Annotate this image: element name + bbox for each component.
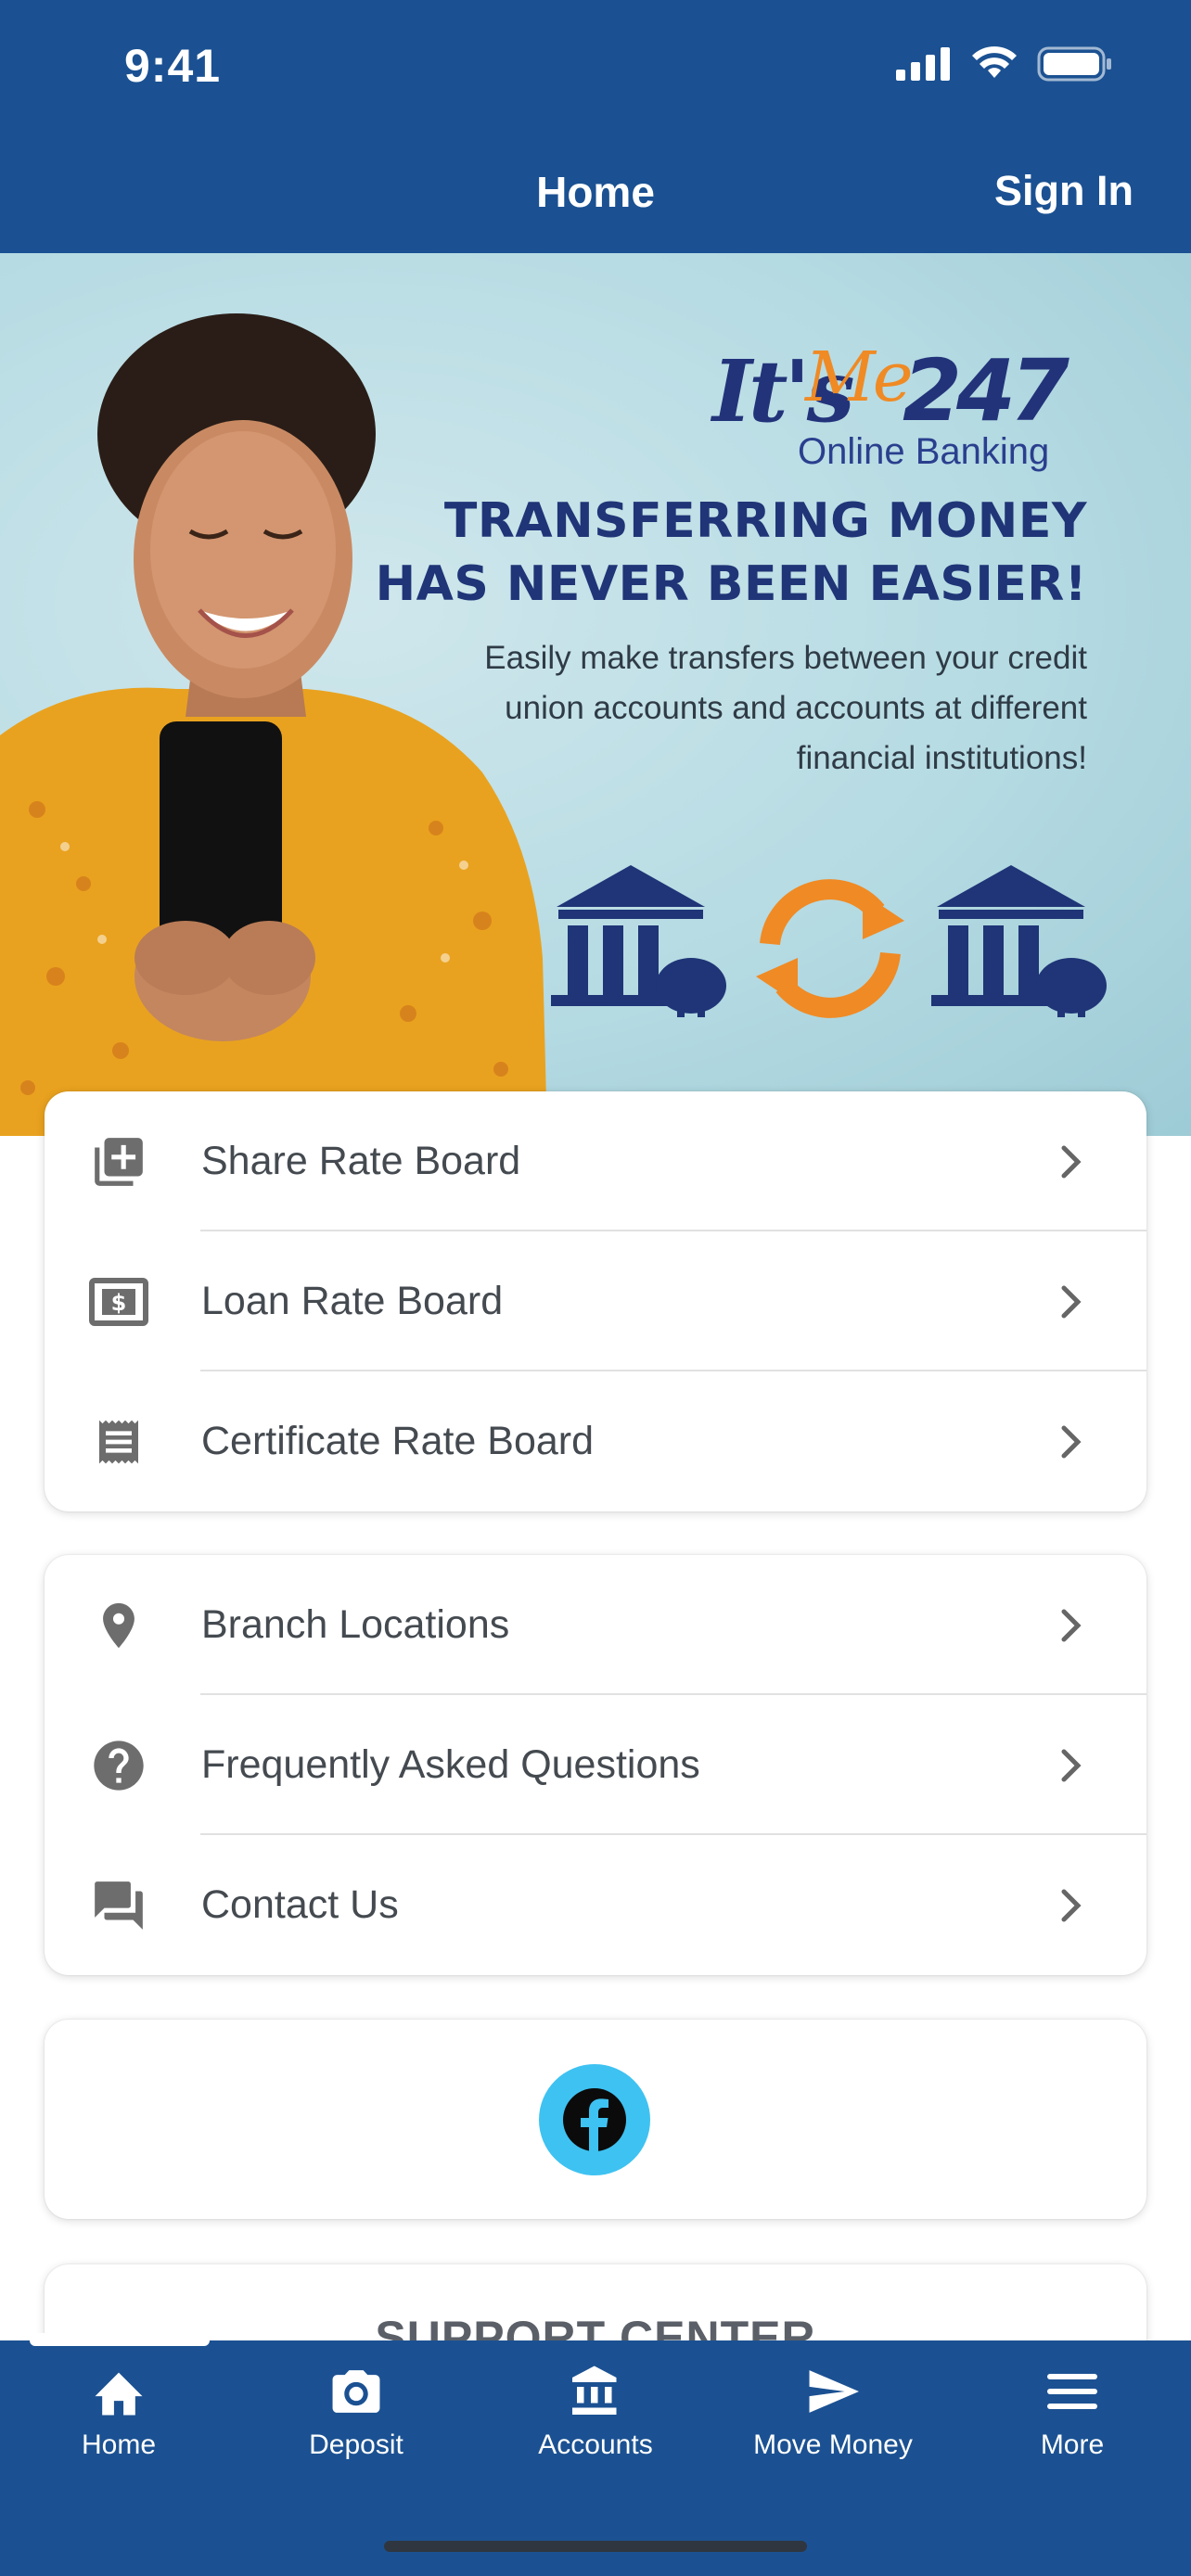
loan-rate-board-item[interactable]: $ Loan Rate Board bbox=[45, 1231, 1146, 1371]
help-circle-icon bbox=[89, 1736, 148, 1795]
tab-home[interactable]: Home bbox=[17, 2359, 221, 2461]
chevron-right-icon bbox=[1061, 1749, 1082, 1781]
promo-banner[interactable]: It's Me 247 Online Banking TRANSFERRING … bbox=[0, 253, 1191, 1136]
bank-transfer-illustration bbox=[551, 865, 1107, 1018]
facebook-icon bbox=[563, 2088, 626, 2151]
chevron-right-icon bbox=[1061, 1145, 1082, 1178]
chevron-right-icon bbox=[1061, 1285, 1082, 1318]
battery-icon bbox=[1037, 46, 1111, 82]
svg-text:$: $ bbox=[111, 1290, 127, 1316]
contact-us-item[interactable]: Contact Us bbox=[45, 1835, 1146, 1975]
location-pin-icon bbox=[89, 1596, 148, 1655]
tab-move-money[interactable]: Move Money bbox=[731, 2359, 935, 2461]
chevron-right-icon bbox=[1061, 1609, 1082, 1641]
active-tab-indicator bbox=[30, 2333, 210, 2346]
chat-bubbles-icon bbox=[89, 1876, 148, 1935]
certificate-rate-board-item[interactable]: Certificate Rate Board bbox=[45, 1371, 1146, 1511]
faq-item[interactable]: Frequently Asked Questions bbox=[45, 1695, 1146, 1835]
home-indicator bbox=[384, 2541, 807, 2552]
share-rate-board-item[interactable]: Share Rate Board bbox=[45, 1091, 1146, 1231]
branch-locations-item[interactable]: Branch Locations bbox=[45, 1555, 1146, 1695]
send-icon bbox=[809, 2370, 859, 2413]
info-links-card: Branch Locations Frequently Asked Questi… bbox=[45, 1555, 1146, 1975]
tab-deposit[interactable]: Deposit bbox=[254, 2359, 458, 2461]
dollar-bill-icon: $ bbox=[89, 1272, 148, 1332]
social-card bbox=[45, 2020, 1146, 2219]
banner-headline: TRANSFERRING MONEY HAS NEVER BEEN EASIER… bbox=[375, 493, 1087, 612]
status-icons bbox=[896, 46, 1113, 82]
camera-icon bbox=[332, 2370, 380, 2413]
home-icon bbox=[95, 2372, 143, 2416]
signal-icon bbox=[896, 47, 950, 81]
tab-accounts[interactable]: Accounts bbox=[493, 2359, 698, 2461]
receipt-icon bbox=[89, 1412, 148, 1472]
menu-icon bbox=[1047, 2374, 1097, 2409]
facebook-button[interactable] bbox=[539, 2064, 650, 2175]
sign-in-button[interactable]: Sign In bbox=[994, 167, 1133, 215]
banner-subtext: Easily make transfers between your credi… bbox=[484, 640, 1087, 776]
add-box-stack-icon bbox=[89, 1132, 148, 1192]
chevron-right-icon bbox=[1061, 1889, 1082, 1921]
bank-icon bbox=[572, 2366, 617, 2415]
tab-more[interactable]: More bbox=[970, 2359, 1174, 2461]
wifi-icon bbox=[972, 46, 1017, 78]
its-me-247-logo: It's Me 247 Online Banking bbox=[712, 338, 1069, 472]
chevron-right-icon bbox=[1061, 1425, 1082, 1458]
status-time: 9:41 bbox=[124, 40, 222, 92]
top-header: 9:41 Home Sign In bbox=[0, 0, 1191, 253]
rate-boards-card: Share Rate Board $ Loan Rate Board Certi… bbox=[45, 1091, 1146, 1511]
